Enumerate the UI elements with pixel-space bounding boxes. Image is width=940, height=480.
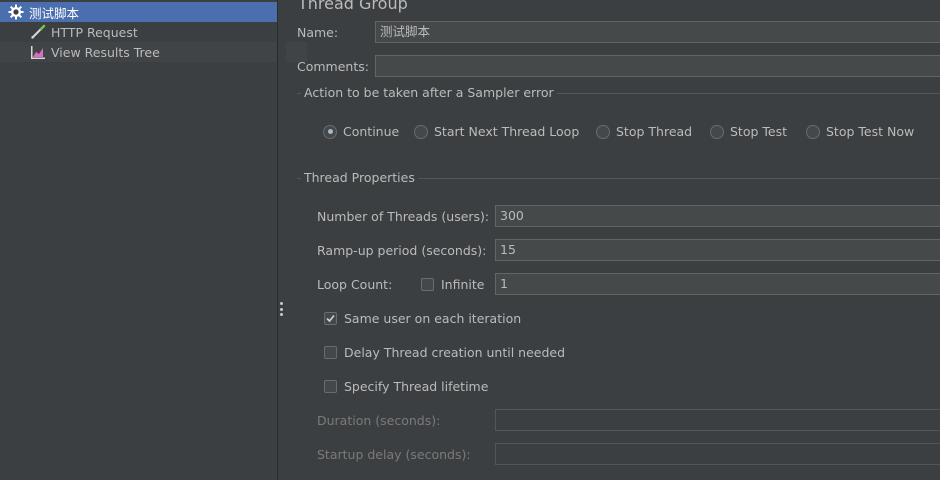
checkbox-unchecked-icon <box>324 380 337 393</box>
checkbox-label: Specify Thread lifetime <box>344 379 489 394</box>
test-plan-tree: 测试脚本 HTTP Request View Results Tree <box>0 0 307 480</box>
radio-stop-test[interactable]: Stop Test <box>710 124 787 139</box>
page-title: Thread Group <box>298 0 408 13</box>
radio-label: Start Next Thread Loop <box>434 124 580 139</box>
name-field[interactable]: 测试脚本 <box>375 21 940 43</box>
tree-item-label: View Results Tree <box>51 44 160 60</box>
thread-properties-title: Thread Properties <box>301 170 418 185</box>
threads-label: Number of Threads (users): <box>317 209 490 224</box>
loop-count-field[interactable]: 1 <box>495 273 940 295</box>
name-label: Name: <box>297 25 339 40</box>
thread-group-panel: Thread Group Name: 测试脚本 Comments: Action… <box>287 0 940 480</box>
results-chart-icon <box>30 44 46 60</box>
duration-field[interactable] <box>495 409 940 431</box>
thread-group-editor: 测试脚本 HTTP Request View Results Tree Thre… <box>0 0 940 480</box>
split-pane-divider[interactable] <box>277 0 286 480</box>
startup-delay-label: Startup delay (seconds): <box>317 447 471 462</box>
same-user-checkbox[interactable]: Same user on each iteration <box>324 311 521 326</box>
radio-label: Stop Thread <box>616 124 693 139</box>
duration-label: Duration (seconds): <box>317 413 441 428</box>
radio-stop-thread[interactable]: Stop Thread <box>596 124 692 139</box>
radio-unselected-icon <box>710 124 724 139</box>
radio-label: Stop Test Now <box>826 124 915 139</box>
comments-label: Comments: <box>297 59 369 74</box>
radio-start-next-thread-loop[interactable]: Start Next Thread Loop <box>414 124 579 139</box>
tree-item-view-results-tree[interactable]: View Results Tree <box>0 42 307 62</box>
radio-label: Continue <box>343 124 400 139</box>
delay-thread-creation-checkbox[interactable]: Delay Thread creation until needed <box>324 345 565 360</box>
checkbox-unchecked-icon <box>324 346 337 359</box>
startup-delay-field[interactable] <box>495 443 940 465</box>
radio-stop-test-now[interactable]: Stop Test Now <box>806 124 914 139</box>
comments-field[interactable] <box>375 55 940 77</box>
radio-unselected-icon <box>596 124 610 139</box>
radio-unselected-icon <box>414 124 428 139</box>
radio-label: Stop Test <box>730 124 788 139</box>
loop-count-label: Loop Count: <box>317 277 393 292</box>
checkbox-unchecked-icon <box>421 278 434 291</box>
threads-field[interactable]: 300 <box>495 205 940 227</box>
radio-continue[interactable]: Continue <box>323 124 399 139</box>
tree-item-thread-group[interactable]: 测试脚本 <box>0 2 285 22</box>
drag-handle-icon[interactable] <box>280 302 283 316</box>
thread-lifetime-checkbox[interactable]: Specify Thread lifetime <box>324 379 488 394</box>
checkbox-label: Same user on each iteration <box>344 311 522 326</box>
radio-selected-icon <box>323 124 337 139</box>
rampup-field[interactable]: 15 <box>495 239 940 261</box>
tree-item-label: HTTP Request <box>51 24 138 40</box>
radio-unselected-icon <box>806 124 820 139</box>
checkbox-label: Infinite <box>441 277 485 292</box>
tree-item-http-request[interactable]: HTTP Request <box>0 22 307 42</box>
tree-item-label: 测试脚本 <box>29 5 80 21</box>
rampup-label: Ramp-up period (seconds): <box>317 243 487 258</box>
checkbox-checked-icon <box>324 312 337 325</box>
infinite-checkbox[interactable]: Infinite <box>421 277 484 292</box>
pipette-icon <box>30 24 46 40</box>
checkbox-label: Delay Thread creation until needed <box>344 345 566 360</box>
gear-icon <box>8 4 24 20</box>
sampler-error-title: Action to be taken after a Sampler error <box>301 85 557 100</box>
